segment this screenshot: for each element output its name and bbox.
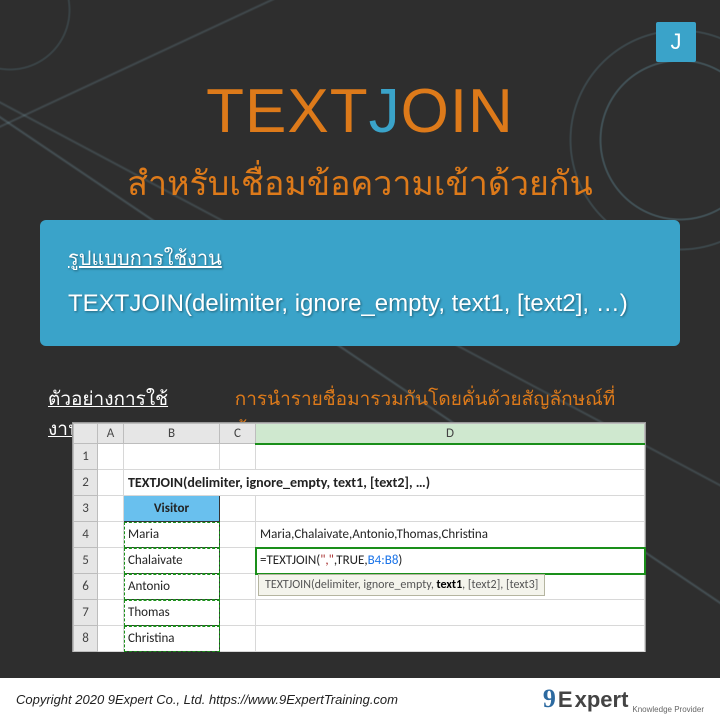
formula-mid: ,TRUE, (334, 553, 368, 568)
cell[interactable] (98, 600, 124, 626)
cell[interactable] (220, 444, 256, 470)
cell[interactable] (98, 522, 124, 548)
cell[interactable] (220, 522, 256, 548)
visitor-header-cell[interactable]: Visitor (124, 496, 220, 522)
title-part-j: J (369, 77, 401, 146)
cell[interactable] (220, 548, 256, 574)
row-header-6[interactable]: 6 (74, 574, 98, 600)
select-all-corner[interactable] (74, 424, 98, 444)
logo-xpert: xpert (575, 687, 629, 713)
spreadsheet-row: 8 Christina (74, 626, 645, 652)
logo-tagline: Knowledge Provider (632, 705, 704, 714)
formula-text: =TEXTJOIN(",",TRUE,B4:B8) (260, 553, 402, 568)
visitor-cell[interactable]: Thomas (124, 600, 220, 626)
spreadsheet-row: 2 TEXTJOIN(delimiter, ignore_empty, text… (74, 470, 645, 496)
formula-prefix: =TEXTJOIN( (260, 553, 320, 568)
page-subtitle: สำหรับเชื่อมข้อความเข้าด้วยกัน (0, 156, 720, 210)
spreadsheet-row: 1 (74, 444, 645, 470)
cell[interactable] (124, 444, 220, 470)
cell[interactable] (98, 444, 124, 470)
brand-logo: 9Expert Knowledge Provider (543, 684, 704, 714)
spreadsheet-row: 3 Visitor (74, 496, 645, 522)
tooltip-pre: TEXTJOIN(delimiter, ignore_empty, (265, 578, 437, 592)
title-part-oin: OIN (401, 77, 514, 146)
cell[interactable] (98, 626, 124, 652)
col-header-a[interactable]: A (98, 424, 124, 444)
formula-tooltip: TEXTJOIN(delimiter, ignore_empty, text1,… (258, 574, 545, 596)
cell[interactable] (98, 574, 124, 600)
logo-e: E (558, 687, 573, 713)
cell[interactable] (220, 496, 256, 522)
visitor-cell[interactable]: Christina (124, 626, 220, 652)
col-header-b[interactable]: B (124, 424, 220, 444)
page-title: TEXTJOIN (0, 76, 720, 147)
footer: Copyright 2020 9Expert Co., Ltd. https:/… (0, 678, 720, 720)
result-cell[interactable]: Maria,Chalaivate,Antonio,Thomas,Christin… (256, 522, 645, 548)
spreadsheet-row: 4 Maria Maria,Chalaivate,Antonio,Thomas,… (74, 522, 645, 548)
cell[interactable] (256, 496, 645, 522)
formula-literal: "," (320, 553, 334, 568)
tooltip-bold: text1 (437, 578, 463, 592)
row-header-3[interactable]: 3 (74, 496, 98, 522)
spreadsheet-row: 5 Chalaivate =TEXTJOIN(",",TRUE,B4:B8) T… (74, 548, 645, 574)
copyright-text: Copyright 2020 9Expert Co., Ltd. https:/… (16, 692, 398, 707)
row-header-4[interactable]: 4 (74, 522, 98, 548)
logo-9: 9 (543, 684, 556, 714)
col-header-c[interactable]: C (220, 424, 256, 444)
cell[interactable] (98, 496, 124, 522)
tooltip-post: , [text2], [text3] (462, 578, 538, 592)
syntax-box: รูปแบบการใช้งาน TEXTJOIN(delimiter, igno… (40, 220, 680, 346)
cell[interactable] (256, 444, 645, 470)
cell[interactable] (256, 626, 645, 652)
row-header-5[interactable]: 5 (74, 548, 98, 574)
cell[interactable] (220, 626, 256, 652)
cell[interactable] (220, 574, 256, 600)
cell[interactable] (220, 600, 256, 626)
spreadsheet-row: 7 Thomas (74, 600, 645, 626)
formula-cell[interactable]: =TEXTJOIN(",",TRUE,B4:B8) TEXTJOIN(delim… (256, 548, 645, 574)
column-header-row: A B C D (74, 424, 645, 444)
syntax-label: รูปแบบการใช้งาน (68, 242, 652, 274)
formula-suffix: ) (398, 553, 402, 568)
row-header-7[interactable]: 7 (74, 600, 98, 626)
title-part-text: TEXT (206, 77, 368, 146)
cell[interactable] (98, 548, 124, 574)
cell[interactable] (256, 600, 645, 626)
syntax-text: TEXTJOIN(delimiter, ignore_empty, text1,… (68, 290, 652, 318)
row-header-2[interactable]: 2 (74, 470, 98, 496)
visitor-cell[interactable]: Maria (124, 522, 220, 548)
col-header-d[interactable]: D (256, 424, 645, 444)
formula-range-ref: B4:B8 (368, 553, 399, 568)
excel-screenshot: A B C D 1 2 TEXTJOIN(delimiter, ignore_e… (72, 422, 646, 652)
visitor-cell[interactable]: Antonio (124, 574, 220, 600)
row-header-1[interactable]: 1 (74, 444, 98, 470)
visitor-cell[interactable]: Chalaivate (124, 548, 220, 574)
letter-badge: J (656, 22, 696, 62)
row-header-8[interactable]: 8 (74, 626, 98, 652)
cell[interactable] (98, 470, 124, 496)
section-title-cell[interactable]: TEXTJOIN(delimiter, ignore_empty, text1,… (124, 470, 645, 496)
